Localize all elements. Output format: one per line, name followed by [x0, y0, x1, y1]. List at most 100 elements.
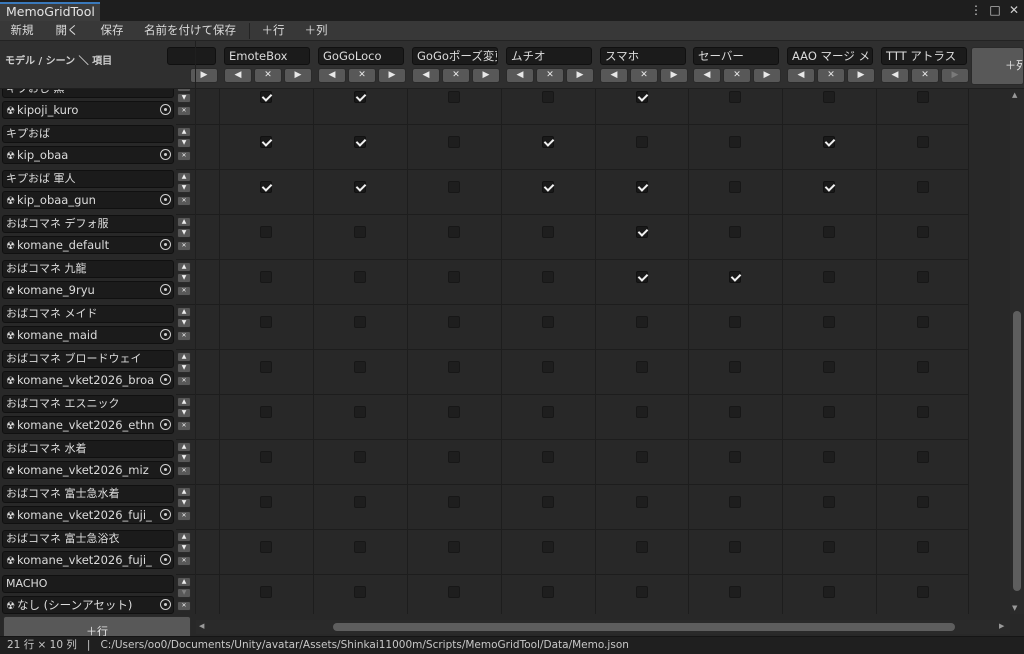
remove-column-button[interactable]: ✕: [723, 68, 751, 83]
grid-checkbox[interactable]: [354, 541, 366, 553]
grid-checkbox[interactable]: [917, 181, 929, 193]
remove-column-button[interactable]: ✕: [817, 68, 845, 83]
move-row-up-button[interactable]: ▲: [177, 532, 191, 542]
grid-checkbox[interactable]: [636, 91, 648, 103]
grid-checkbox[interactable]: [260, 271, 272, 283]
grid-checkbox[interactable]: [729, 361, 741, 373]
horizontal-scroll-thumb[interactable]: [333, 623, 955, 631]
close-icon[interactable]: ✕: [1008, 3, 1020, 17]
grid-checkbox[interactable]: [448, 406, 460, 418]
row-name-field[interactable]: おばコマネ メイド: [2, 305, 174, 323]
grid-checkbox[interactable]: [260, 226, 272, 238]
grid-checkbox[interactable]: [729, 406, 741, 418]
grid-checkbox[interactable]: [260, 451, 272, 463]
grid-checkbox[interactable]: [448, 316, 460, 328]
move-row-down-button[interactable]: ▼: [177, 228, 191, 238]
remove-row-button[interactable]: ✕: [177, 286, 191, 296]
move-right-button[interactable]: ▶: [284, 68, 312, 83]
move-row-down-button[interactable]: ▼: [177, 543, 191, 553]
move-row-down-button[interactable]: ▼: [177, 138, 191, 148]
remove-row-button[interactable]: ✕: [177, 601, 191, 611]
grid-checkbox[interactable]: [823, 361, 835, 373]
remove-column-button[interactable]: ✕: [348, 68, 376, 83]
grid-checkbox[interactable]: [354, 316, 366, 328]
grid-checkbox[interactable]: [260, 586, 272, 598]
move-right-button[interactable]: ▶: [847, 68, 875, 83]
remove-row-button[interactable]: ✕: [177, 556, 191, 566]
grid-checkbox[interactable]: [354, 451, 366, 463]
horizontal-scrollbar[interactable]: ◀ ▶: [196, 620, 1010, 634]
remove-row-button[interactable]: ✕: [177, 151, 191, 161]
move-row-up-button[interactable]: ▲: [177, 262, 191, 272]
grid-checkbox[interactable]: [917, 271, 929, 283]
move-row-up-button[interactable]: ▲: [177, 172, 191, 182]
object-picker-icon[interactable]: [160, 329, 171, 340]
move-right-button[interactable]: ▶: [472, 68, 500, 83]
grid-checkbox[interactable]: [823, 91, 835, 103]
row-name-field[interactable]: キプおば 軍人: [2, 170, 174, 188]
grid-checkbox[interactable]: [260, 316, 272, 328]
grid-checkbox[interactable]: [448, 181, 460, 193]
move-row-up-button[interactable]: ▲: [177, 352, 191, 362]
grid-checkbox[interactable]: [542, 451, 554, 463]
save-button[interactable]: 保存: [92, 21, 132, 41]
remove-row-button[interactable]: ✕: [177, 376, 191, 386]
move-row-down-button[interactable]: ▼: [177, 498, 191, 508]
move-right-button[interactable]: ▶: [941, 68, 969, 83]
column-name-field[interactable]: [167, 47, 216, 65]
object-picker-icon[interactable]: [160, 239, 171, 250]
grid-checkbox[interactable]: [260, 496, 272, 508]
remove-column-button[interactable]: ✕: [254, 68, 282, 83]
move-row-up-button[interactable]: ▲: [177, 442, 191, 452]
grid-checkbox[interactable]: [542, 91, 554, 103]
remove-row-button[interactable]: ✕: [177, 466, 191, 476]
scene-asset-field[interactable]: ☢ komane_vket2026_broa: [2, 371, 174, 389]
grid-checkbox[interactable]: [354, 271, 366, 283]
grid-checkbox[interactable]: [448, 586, 460, 598]
move-row-down-button[interactable]: ▼: [177, 183, 191, 193]
scene-asset-field[interactable]: ☢ komane_default: [2, 236, 174, 254]
object-picker-icon[interactable]: [160, 554, 171, 565]
grid-checkbox[interactable]: [823, 316, 835, 328]
row-name-field[interactable]: おばコマネ 富士急水着: [2, 485, 174, 503]
column-name-field[interactable]: GoGoポーズ変更: [412, 47, 498, 65]
grid-checkbox[interactable]: [354, 91, 366, 103]
move-left-button[interactable]: ◀: [224, 68, 252, 83]
grid-checkbox[interactable]: [823, 586, 835, 598]
grid-checkbox[interactable]: [636, 181, 648, 193]
scene-asset-field[interactable]: ☢ komane_vket2026_fuji_: [2, 551, 174, 569]
grid-checkbox[interactable]: [260, 91, 272, 103]
grid-checkbox[interactable]: [917, 316, 929, 328]
vertical-scroll-thumb[interactable]: [1013, 311, 1021, 591]
column-name-field[interactable]: セーバー: [693, 47, 779, 65]
object-picker-icon[interactable]: [160, 419, 171, 430]
grid-checkbox[interactable]: [729, 451, 741, 463]
grid-checkbox[interactable]: [917, 136, 929, 148]
move-left-button[interactable]: ◀: [412, 68, 440, 83]
row-name-field[interactable]: おばコマネ エスニック: [2, 395, 174, 413]
grid-checkbox[interactable]: [729, 91, 741, 103]
row-name-field[interactable]: キプおじ 黒: [2, 89, 174, 98]
object-picker-icon[interactable]: [160, 284, 171, 295]
row-name-field[interactable]: おばコマネ 九龍: [2, 260, 174, 278]
remove-row-button[interactable]: ✕: [177, 331, 191, 341]
grid-checkbox[interactable]: [729, 271, 741, 283]
object-picker-icon[interactable]: [160, 374, 171, 385]
remove-row-button[interactable]: ✕: [177, 421, 191, 431]
grid-checkbox[interactable]: [636, 541, 648, 553]
column-name-field[interactable]: GoGoLoco: [318, 47, 404, 65]
object-picker-icon[interactable]: [160, 464, 171, 475]
scene-asset-field[interactable]: ☢ komane_9ryu: [2, 281, 174, 299]
move-right-button[interactable]: ▶: [566, 68, 594, 83]
column-name-field[interactable]: EmoteBox: [224, 47, 310, 65]
move-left-button[interactable]: ◀: [600, 68, 628, 83]
grid-checkbox[interactable]: [917, 541, 929, 553]
grid-checkbox[interactable]: [354, 226, 366, 238]
grid-checkbox[interactable]: [448, 361, 460, 373]
grid-checkbox[interactable]: [917, 496, 929, 508]
object-picker-icon[interactable]: [160, 599, 171, 610]
grid-checkbox[interactable]: [729, 496, 741, 508]
grid-checkbox[interactable]: [260, 181, 272, 193]
window-tab[interactable]: MemoGridTool: [0, 2, 100, 21]
move-row-up-button[interactable]: ▲: [177, 307, 191, 317]
